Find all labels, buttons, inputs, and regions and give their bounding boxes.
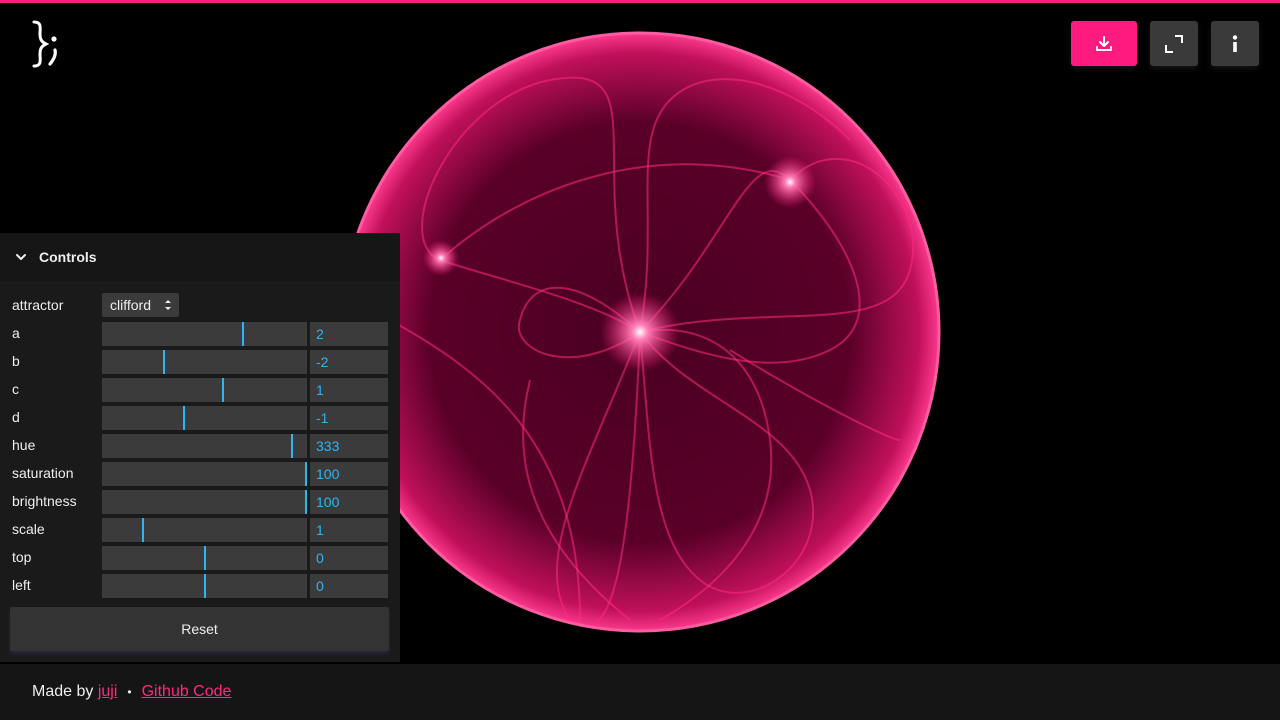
slider-thumb[interactable]	[204, 574, 206, 598]
param-row-top: top 0	[0, 545, 400, 570]
param-label-saturation: saturation	[12, 465, 74, 481]
attractor-label: attractor	[12, 297, 64, 313]
param-slider-a[interactable]	[102, 322, 307, 346]
param-slider-left[interactable]	[102, 574, 307, 598]
slider-thumb[interactable]	[305, 490, 307, 514]
author-link[interactable]: juji	[98, 683, 118, 701]
slider-thumb[interactable]	[163, 350, 165, 374]
slider-thumb[interactable]	[291, 434, 293, 458]
fullscreen-icon	[1165, 34, 1183, 53]
param-slider-d[interactable]	[102, 406, 307, 430]
param-input-c[interactable]: 1	[310, 378, 388, 402]
param-label-b: b	[12, 353, 20, 369]
controls-title: Controls	[39, 249, 97, 265]
attractor-select-value: clifford	[110, 297, 151, 313]
param-row-saturation: saturation 100	[0, 461, 400, 486]
slider-thumb[interactable]	[222, 378, 224, 402]
download-button[interactable]	[1071, 21, 1137, 66]
param-label-left: left	[12, 577, 31, 593]
made-by-text: Made by	[32, 683, 94, 700]
param-input-scale[interactable]: 1	[310, 518, 388, 542]
select-arrows-icon	[165, 300, 171, 310]
param-input-top[interactable]: 0	[310, 546, 388, 570]
param-input-brightness[interactable]: 100	[310, 490, 388, 514]
param-label-d: d	[12, 409, 20, 425]
param-row-left: left 0	[0, 573, 400, 598]
info-icon	[1232, 34, 1238, 52]
param-slider-b[interactable]	[102, 350, 307, 374]
param-slider-hue[interactable]	[102, 434, 307, 458]
param-input-a[interactable]: 2	[310, 322, 388, 346]
fullscreen-button[interactable]	[1150, 21, 1198, 66]
param-row-a: a2	[0, 321, 400, 346]
attractor-row: attractor clifford	[0, 293, 400, 317]
controls-panel: Controls attractor clifford a 2 b -2 c 1 d -1 hu…	[0, 233, 400, 662]
separator-dot: •	[127, 685, 132, 699]
param-input-hue[interactable]: 333	[310, 434, 388, 458]
slider-thumb[interactable]	[183, 406, 185, 430]
param-label-scale: scale	[12, 521, 45, 537]
param-input-saturation[interactable]: 100	[310, 462, 388, 486]
param-slider-saturation[interactable]	[102, 462, 307, 486]
footer: Made by juji • Github Code	[0, 664, 1280, 720]
info-button[interactable]	[1211, 21, 1259, 66]
download-icon	[1096, 35, 1112, 51]
param-label-a: a	[12, 325, 20, 341]
param-row-b: b -2	[0, 349, 400, 374]
attractor-canvas	[330, 20, 950, 650]
logo	[28, 16, 68, 72]
param-slider-c[interactable]	[102, 378, 307, 402]
param-label-top: top	[12, 549, 32, 565]
reset-button[interactable]: Reset	[10, 607, 389, 651]
param-row-brightness: brightness 100	[0, 489, 400, 514]
param-input-b[interactable]: -2	[310, 350, 388, 374]
param-slider-top[interactable]	[102, 546, 307, 570]
param-row-hue: hue 333	[0, 433, 400, 458]
logo-braces-icon	[32, 20, 57, 68]
param-row-d: d -1	[0, 405, 400, 430]
slider-thumb[interactable]	[305, 462, 307, 486]
attractor-select[interactable]: clifford	[102, 293, 179, 317]
param-slider-scale[interactable]	[102, 518, 307, 542]
slider-thumb[interactable]	[204, 546, 206, 570]
param-input-d[interactable]: -1	[310, 406, 388, 430]
param-label-hue: hue	[12, 437, 36, 453]
param-row-c: c1	[0, 377, 400, 402]
param-label-brightness: brightness	[12, 493, 77, 509]
param-slider-brightness[interactable]	[102, 490, 307, 514]
slider-thumb[interactable]	[142, 518, 144, 542]
param-input-left[interactable]: 0	[310, 574, 388, 598]
controls-header[interactable]: Controls	[0, 233, 400, 281]
param-label-c: c	[12, 381, 19, 397]
top-accent-bar	[0, 0, 1280, 3]
param-row-scale: scale 1	[0, 517, 400, 542]
chevron-down-icon	[16, 254, 26, 260]
github-link[interactable]: Github Code	[142, 683, 232, 701]
slider-thumb[interactable]	[242, 322, 244, 346]
